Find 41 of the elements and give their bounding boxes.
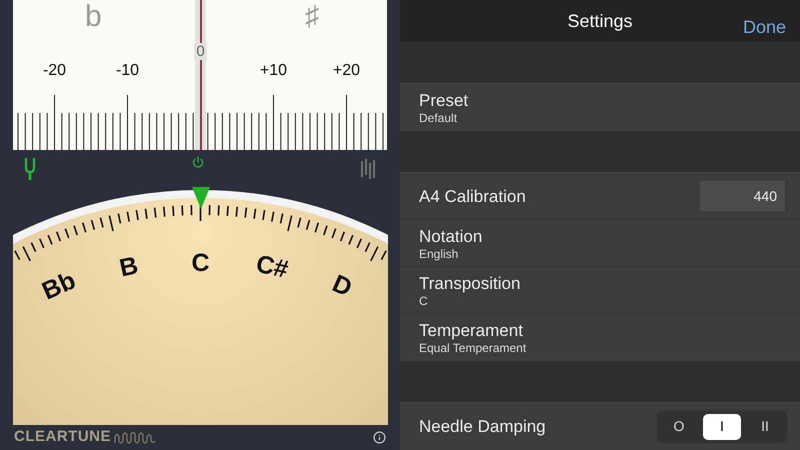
- settings-row[interactable]: Transposition C: [400, 267, 800, 314]
- row-label: Transposition: [419, 272, 522, 294]
- bars-icon[interactable]: [360, 158, 376, 180]
- center-label: 0: [194, 43, 207, 60]
- row-label: Notation: [419, 226, 484, 246]
- row-label: A4 Calibration: [419, 186, 527, 206]
- done-button[interactable]: Done: [742, 14, 786, 41]
- pointer-icon: [192, 187, 210, 209]
- flat-sign: b: [85, 2, 102, 32]
- waveform-icon: [114, 430, 158, 444]
- row-value: Equal Temperament: [419, 341, 528, 355]
- note-label: Bb: [38, 266, 80, 306]
- segment-option[interactable]: II: [746, 414, 784, 440]
- power-icon[interactable]: [192, 156, 204, 168]
- segment-option[interactable]: O: [660, 414, 698, 440]
- settings-row[interactable]: Preset Default: [400, 84, 800, 131]
- note-label: D: [328, 269, 356, 302]
- settings-row[interactable]: Notation English: [400, 220, 800, 267]
- segment-option[interactable]: I: [703, 414, 741, 440]
- scale-label: -10: [114, 63, 140, 79]
- scale-label: +20: [332, 63, 362, 79]
- row-value: C: [419, 294, 429, 308]
- settings-row[interactable]: Temperament Equal Temperament: [400, 314, 800, 361]
- scale-label: +10: [258, 63, 288, 79]
- logo-text: CLEARTUNE: [14, 427, 111, 448]
- tuning-fork-icon[interactable]: [24, 156, 36, 180]
- settings-title: Settings: [567, 10, 633, 33]
- scale-label: -20: [42, 63, 68, 79]
- row-value: Default: [419, 111, 458, 125]
- note-label: B: [117, 251, 141, 282]
- row-label: Preset: [419, 90, 470, 111]
- settings-row[interactable]: Needle Damping O I II: [400, 403, 800, 450]
- row-value: English: [419, 246, 460, 260]
- calibration-field[interactable]: 440: [700, 181, 785, 211]
- note-label: C: [191, 249, 210, 277]
- note-label: C#: [254, 250, 291, 284]
- sharp-sign: ♯: [305, 2, 319, 30]
- info-icon[interactable]: [373, 431, 386, 444]
- row-label: Temperament: [419, 320, 524, 341]
- row-label: Needle Damping: [419, 416, 547, 437]
- settings-row[interactable]: A4 Calibration 440: [400, 173, 800, 220]
